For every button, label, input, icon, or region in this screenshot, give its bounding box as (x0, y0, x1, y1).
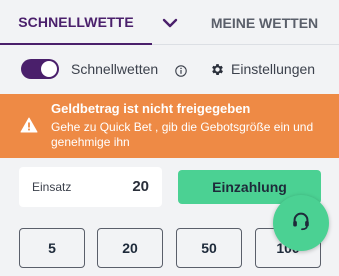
quickbet-toggle[interactable] (21, 59, 59, 79)
warning-text: Gehe zu Quick Bet , gib die Gebotsgröße … (51, 120, 314, 149)
warning-banner: Geldbetrag ist nicht freigegeben Gehe zu… (0, 94, 339, 158)
tab-schnellwette[interactable]: SCHNELLWETTE (0, 0, 152, 45)
quickbet-label: Schnellwetten (71, 61, 159, 77)
bet-tabs: SCHNELLWETTE MEINE WETTEN (0, 0, 339, 45)
support-chat-button[interactable] (273, 195, 329, 251)
quick-amount-button[interactable]: 5 (19, 228, 85, 268)
gear-icon[interactable] (210, 62, 225, 77)
toggle-knob (41, 61, 57, 77)
quickbet-toggle-row: Schnellwetten Einstellungen (0, 46, 339, 92)
warning-title: Geldbetrag ist nicht freigegeben (51, 101, 251, 116)
stake-label: Einsatz (32, 180, 72, 194)
headset-icon (290, 210, 312, 237)
settings-label[interactable]: Einstellungen (231, 61, 315, 77)
stake-input[interactable]: Einsatz 20 (19, 167, 162, 207)
warning-icon (20, 117, 38, 133)
info-icon[interactable] (175, 64, 187, 77)
quick-amount-button[interactable]: 50 (176, 228, 242, 268)
chevron-down-icon[interactable] (152, 0, 188, 45)
stake-value[interactable]: 20 (132, 178, 149, 195)
tab-meine-wetten[interactable]: MEINE WETTEN (190, 0, 339, 45)
quick-amount-button[interactable]: 20 (97, 228, 163, 268)
